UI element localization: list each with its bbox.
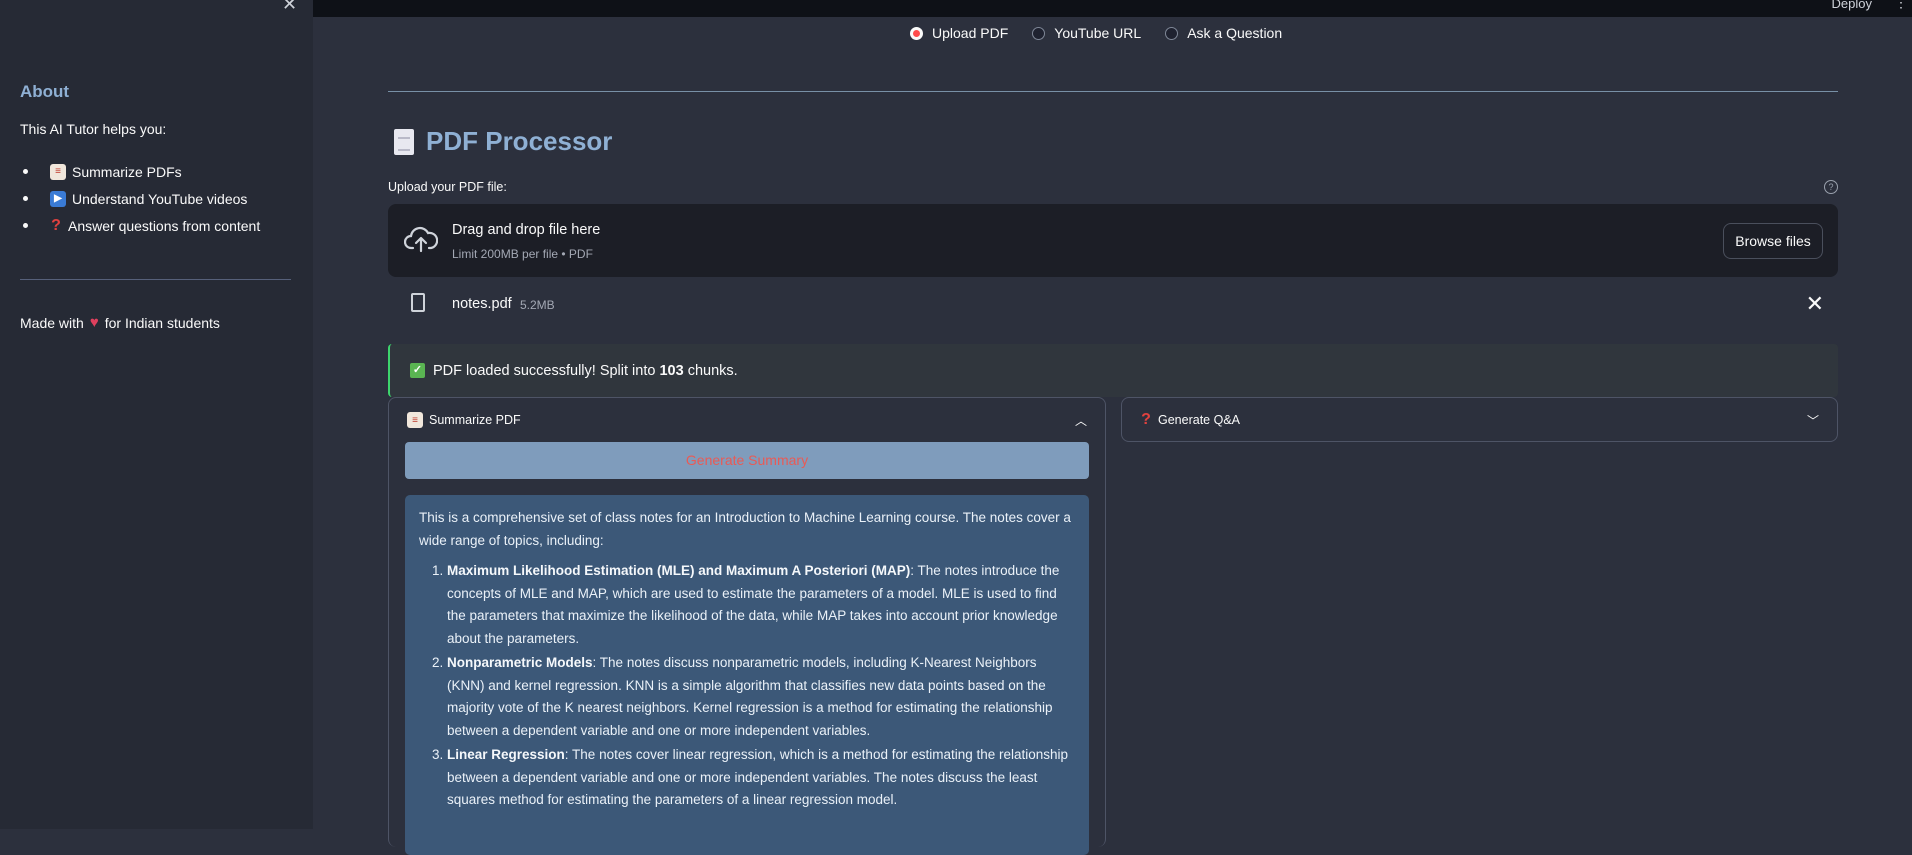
play-button-icon: ▶	[50, 190, 66, 207]
page-title: PDF Processor	[394, 126, 612, 157]
radio-label: YouTube URL	[1054, 25, 1142, 41]
summarize-expander: ≡ Summarize PDF ︿ Generate Summary This …	[388, 397, 1106, 855]
made-with-prefix: Made with	[20, 314, 84, 331]
expander-title: Summarize PDF	[429, 413, 521, 427]
page-title-text: PDF Processor	[426, 126, 613, 156]
radio-label: Ask a Question	[1187, 25, 1283, 41]
status-suffix: chunks.	[687, 362, 738, 379]
about-heading: About	[20, 82, 70, 101]
dropzone-limit: Limit 200MB per file • PDF	[452, 247, 593, 261]
made-with-suffix: for Indian students	[104, 314, 220, 331]
feature-list: ≡ Summarize PDFs ▶ Understand YouTube vi…	[20, 158, 260, 239]
top-bar: Deploy ⋮	[313, 0, 1912, 17]
radio-upload-pdf[interactable]: Upload PDF	[910, 25, 1008, 41]
chunk-count: 103	[659, 362, 684, 379]
list-item: Nonparametric Models: The notes discuss …	[447, 652, 1075, 742]
feature-label: Summarize PDFs	[72, 163, 182, 180]
about-description: This AI Tutor helps you:	[20, 121, 167, 137]
made-with-note: Made with ♥ for Indian students	[20, 314, 220, 331]
uploaded-file-row: notes.pdf 5.2MB ✕	[388, 288, 1838, 324]
summarize-expander-header[interactable]: ≡ Summarize PDF	[407, 412, 521, 428]
dropzone-title: Drag and drop file here	[452, 222, 601, 238]
list-item: ? Answer questions from content	[20, 212, 260, 239]
remove-file-icon[interactable]: ✕	[1806, 291, 1824, 317]
question-mark-icon: ?	[1141, 411, 1151, 428]
qa-expander[interactable]: ? Generate Q&A ﹀	[1121, 397, 1838, 442]
chevron-down-icon[interactable]: ﹀	[1807, 412, 1819, 429]
file-name: notes.pdf	[452, 296, 512, 312]
radio-ask-question[interactable]: Ask a Question	[1165, 25, 1282, 41]
item-title: Maximum Likelihood Estimation (MLE) and …	[447, 563, 911, 578]
page-facing-up-icon	[394, 128, 414, 155]
summary-list: Maximum Likelihood Estimation (MLE) and …	[419, 560, 1075, 812]
summary-intro: This is a comprehensive set of class not…	[419, 510, 1071, 548]
chevron-up-icon[interactable]: ︿	[1075, 412, 1087, 429]
status-prefix: PDF loaded successfully! Split into	[433, 362, 656, 379]
check-mark-icon: ✓	[410, 363, 425, 378]
main-menu-icon[interactable]: ⋮	[1894, 0, 1908, 11]
heart-icon: ♥	[89, 314, 99, 331]
radio-youtube-url[interactable]: YouTube URL	[1032, 25, 1141, 41]
main-divider	[388, 91, 1838, 92]
browse-files-button[interactable]: Browse files	[1723, 223, 1823, 259]
question-mark-icon: ?	[51, 216, 61, 234]
mode-radio-group: Upload PDF YouTube URL Ask a Question	[910, 25, 1282, 41]
radio-label: Upload PDF	[932, 25, 1009, 41]
close-sidebar-icon[interactable]: ✕	[282, 0, 297, 15]
radio-unselected-icon	[1165, 26, 1179, 40]
list-item: ▶ Understand YouTube videos	[20, 185, 260, 212]
feature-label: Understand YouTube videos	[72, 190, 248, 207]
success-alert: ✓ PDF loaded successfully! Split into 10…	[388, 344, 1838, 397]
cloud-upload-icon	[404, 226, 438, 253]
help-icon[interactable]: ?	[1824, 180, 1838, 194]
feature-label: Answer questions from content	[68, 217, 261, 234]
radio-selected-icon	[910, 26, 923, 40]
expander-title: Generate Q&A	[1158, 413, 1240, 427]
summary-output: This is a comprehensive set of class not…	[405, 495, 1089, 855]
list-item: Maximum Likelihood Estimation (MLE) and …	[447, 560, 1075, 650]
list-item: ≡ Summarize PDFs	[20, 158, 260, 185]
qa-expander-header[interactable]: ? Generate Q&A	[1140, 411, 1240, 428]
file-dropzone[interactable]: Drag and drop file here Limit 200MB per …	[388, 204, 1838, 277]
item-title: Nonparametric Models	[447, 655, 593, 670]
deploy-button[interactable]: Deploy	[1832, 0, 1872, 11]
upload-label: Upload your PDF file:	[388, 180, 507, 194]
sidebar: ✕ About This AI Tutor helps you: ≡ Summa…	[0, 0, 313, 829]
file-size: 5.2MB	[520, 298, 555, 312]
item-title: Linear Regression	[447, 747, 565, 762]
memo-icon: ≡	[50, 163, 66, 180]
radio-unselected-icon	[1032, 26, 1046, 40]
list-item: Linear Regression: The notes cover linea…	[447, 744, 1075, 812]
sidebar-divider	[20, 279, 291, 280]
memo-icon: ≡	[407, 412, 423, 428]
status-text: PDF loaded successfully! Split into 103 …	[433, 363, 738, 379]
generate-summary-button[interactable]: Generate Summary	[405, 442, 1089, 479]
file-icon	[411, 293, 425, 312]
